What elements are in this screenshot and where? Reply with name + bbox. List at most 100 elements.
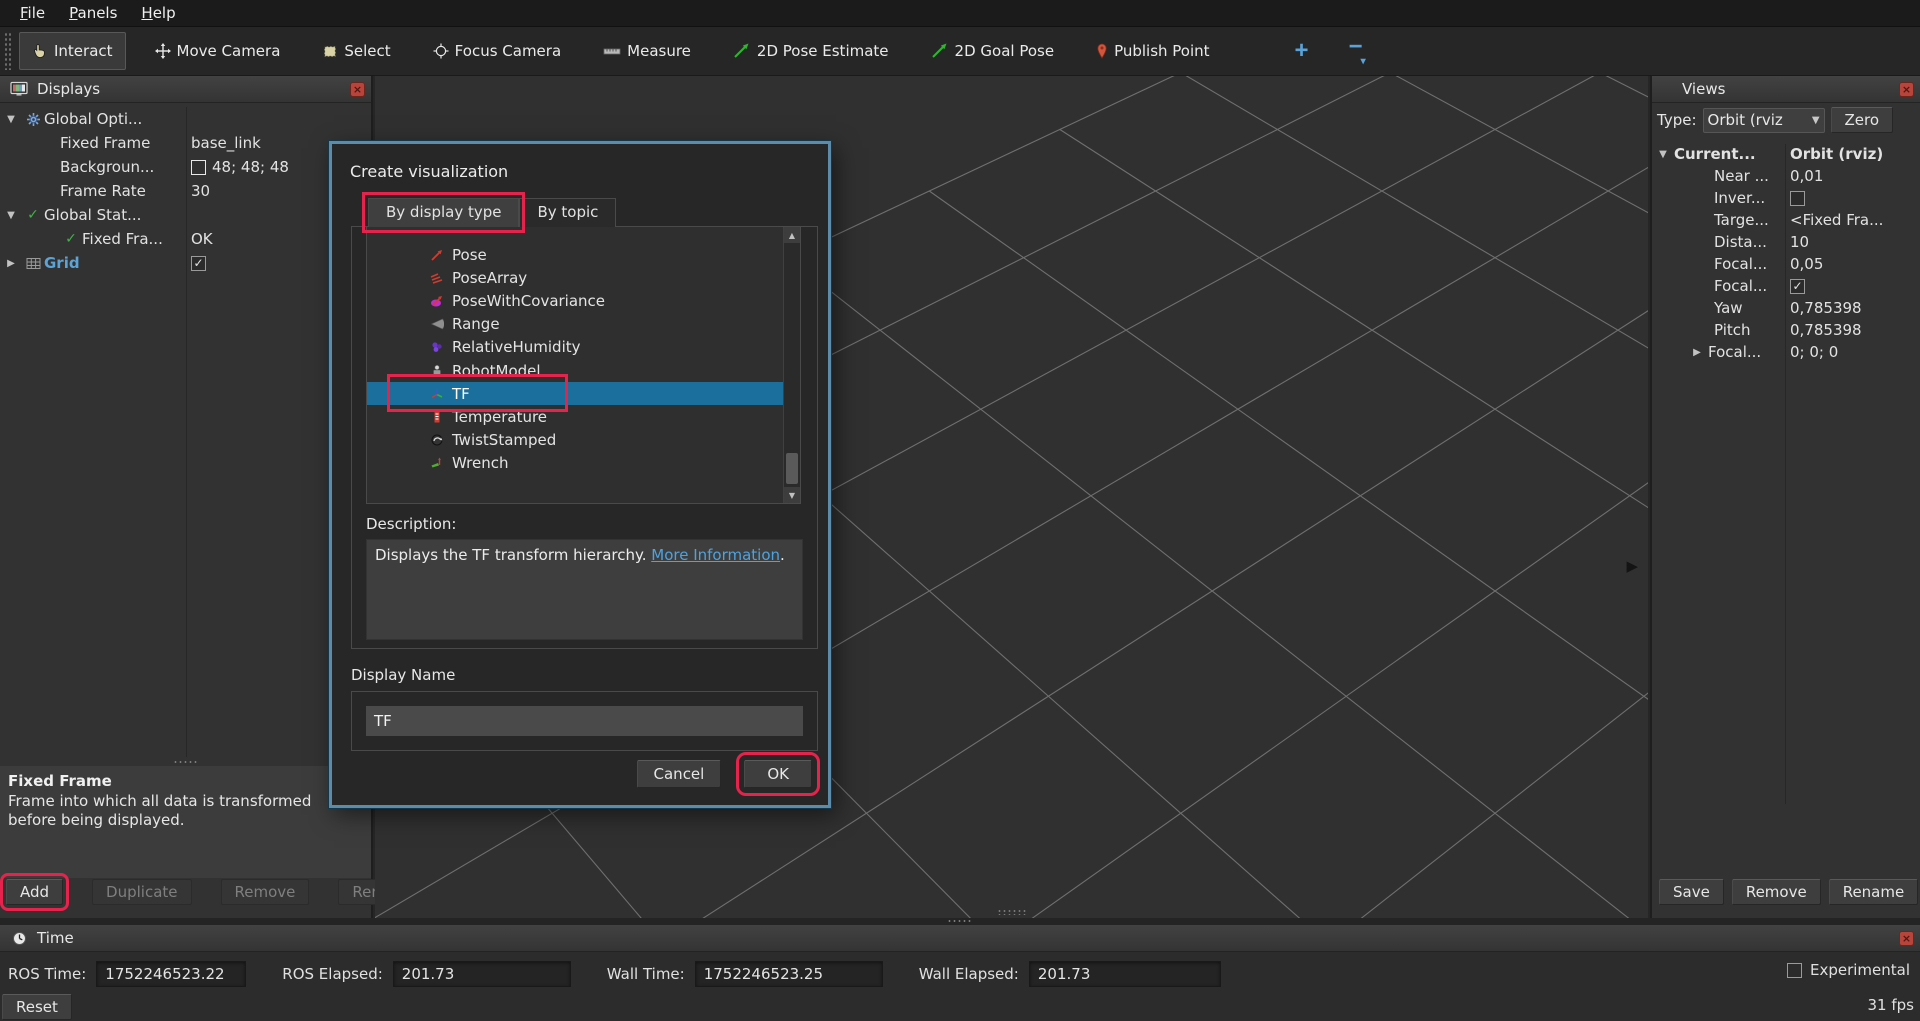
time-field-value[interactable]: 201.73 bbox=[393, 961, 571, 987]
panel-splitter[interactable] bbox=[0, 760, 371, 765]
close-icon[interactable]: × bbox=[350, 82, 365, 97]
toolbar-drag-handle[interactable] bbox=[4, 32, 11, 70]
display-type-range[interactable]: Range bbox=[367, 313, 783, 336]
scroll-up-icon[interactable]: ▲ bbox=[784, 227, 800, 243]
scroll-thumb[interactable] bbox=[786, 453, 798, 484]
property-label: Grid bbox=[44, 254, 80, 272]
time-field-value[interactable]: 201.73 bbox=[1029, 961, 1221, 987]
property-value[interactable]: 0; 0; 0 bbox=[1790, 343, 1838, 361]
close-icon[interactable]: × bbox=[1899, 82, 1914, 97]
property-value[interactable]: <Fixed Fra... bbox=[1790, 211, 1883, 229]
color-swatch[interactable] bbox=[191, 160, 206, 175]
experimental-checkbox[interactable] bbox=[1787, 963, 1802, 978]
tree-column-divider[interactable] bbox=[186, 107, 187, 757]
tree-label-cell: Near ... bbox=[1652, 167, 1785, 185]
tool-move-camera[interactable]: Move Camera bbox=[142, 32, 294, 70]
menu-panels[interactable]: Panels bbox=[59, 2, 127, 24]
time-field-value[interactable]: 1752246523.25 bbox=[695, 961, 883, 987]
display-type-wrench[interactable]: Wrench bbox=[367, 452, 783, 475]
more-information-link[interactable]: More Information bbox=[651, 546, 780, 564]
property-value[interactable]: 0,05 bbox=[1790, 255, 1823, 273]
expander-open-icon[interactable]: ▼ bbox=[0, 210, 22, 221]
time-panel-splitter[interactable] bbox=[0, 918, 1920, 925]
views-panel-header[interactable]: Views × bbox=[1652, 76, 1920, 103]
tree-label-cell: ▼Global Opti... bbox=[0, 110, 186, 128]
display-type-temperature[interactable]: Temperature bbox=[367, 405, 783, 428]
list-scrollbar[interactable]: ▲ ▼ bbox=[783, 227, 800, 503]
display-type-pose[interactable]: Pose bbox=[367, 243, 783, 266]
views-row-yaw[interactable]: Yaw0,785398 bbox=[1652, 297, 1920, 319]
views-row-focal[interactable]: Focal... ✓ bbox=[1652, 275, 1920, 297]
views-row-focal[interactable]: Focal...0,05 bbox=[1652, 253, 1920, 275]
views-row-inver[interactable]: Inver... bbox=[1652, 187, 1920, 209]
tree-value-cell: ✓ bbox=[1785, 279, 1920, 294]
tool-2d-goal-pose[interactable]: 2D Goal Pose bbox=[918, 32, 1068, 70]
remove-tool-button[interactable]: −▾ bbox=[1349, 35, 1368, 59]
property-value[interactable]: 0,785398 bbox=[1790, 321, 1862, 339]
save-view-button[interactable]: Save bbox=[1659, 879, 1724, 905]
time-field-value[interactable]: 1752246523.22 bbox=[96, 961, 246, 987]
property-value[interactable]: 48; 48; 48 bbox=[212, 158, 289, 176]
zero-button[interactable]: Zero bbox=[1831, 107, 1894, 133]
views-row-pitch[interactable]: Pitch0,785398 bbox=[1652, 319, 1920, 341]
cancel-button[interactable]: Cancel bbox=[637, 760, 722, 788]
displays-panel-header[interactable]: Displays × bbox=[0, 76, 371, 103]
tool-interact[interactable]: Interact bbox=[19, 32, 126, 70]
viewport-bottom-splitter[interactable] bbox=[997, 909, 1027, 915]
display-type-relativehumidity[interactable]: RelativeHumidity bbox=[367, 336, 783, 359]
tab-by-topic[interactable]: By topic bbox=[519, 198, 616, 227]
tool-publish-point[interactable]: Publish Point bbox=[1083, 32, 1222, 70]
close-icon[interactable]: × bbox=[1899, 931, 1914, 946]
display-type-robotmodel[interactable]: RobotModel bbox=[367, 359, 783, 382]
checkbox-unchecked[interactable] bbox=[1790, 191, 1805, 206]
tree-label-cell: ▼✓Global Stat... bbox=[0, 206, 186, 224]
scroll-down-icon[interactable]: ▼ bbox=[784, 487, 800, 503]
views-row-focal[interactable]: ▶Focal... 0; 0; 0 bbox=[1652, 341, 1920, 363]
ok-button[interactable]: OK bbox=[744, 760, 812, 788]
property-value[interactable]: 0,01 bbox=[1790, 167, 1823, 185]
add-display-button[interactable]: Add bbox=[6, 879, 63, 905]
display-type-posewithcovariance[interactable]: PoseWithCovariance bbox=[367, 289, 783, 312]
menu-help[interactable]: Help bbox=[131, 2, 185, 24]
checkbox-checked[interactable]: ✓ bbox=[1790, 279, 1805, 294]
reset-button[interactable]: Reset bbox=[2, 994, 72, 1020]
rename-view-button[interactable]: Rename bbox=[1829, 879, 1919, 905]
time-panel-header[interactable]: Time × bbox=[0, 925, 1920, 952]
tool-measure[interactable]: Measure bbox=[590, 32, 704, 70]
display-type-twiststamped[interactable]: TwistStamped bbox=[367, 429, 783, 452]
expander-open-icon[interactable]: ▼ bbox=[1652, 149, 1674, 160]
display-type-tf[interactable]: TF bbox=[367, 382, 783, 405]
collapse-right-panel-arrow[interactable]: ▶ bbox=[1626, 559, 1638, 574]
tree-column-divider[interactable] bbox=[1785, 144, 1786, 804]
duplicate-display-button[interactable]: Duplicate bbox=[92, 879, 191, 905]
display-name-input[interactable]: TF bbox=[366, 706, 803, 736]
help-title: Fixed Frame bbox=[8, 772, 363, 790]
display-type-posearray[interactable]: PoseArray bbox=[367, 266, 783, 289]
tab-by-display-type[interactable]: By display type bbox=[368, 198, 519, 227]
property-value[interactable]: 0,785398 bbox=[1790, 299, 1862, 317]
tool-focus-camera[interactable]: Focus Camera bbox=[420, 32, 574, 70]
add-tool-button[interactable]: + bbox=[1295, 39, 1309, 63]
tool-2d-pose-estimate[interactable]: 2D Pose Estimate bbox=[720, 32, 902, 70]
remove-view-button[interactable]: Remove bbox=[1732, 879, 1821, 905]
property-value[interactable]: base_link bbox=[191, 134, 261, 152]
tool-select[interactable]: Select bbox=[309, 32, 403, 70]
views-row-current[interactable]: ▼Current...Orbit (rviz) bbox=[1652, 143, 1920, 165]
remove-display-button[interactable]: Remove bbox=[221, 879, 310, 905]
property-value[interactable]: 10 bbox=[1790, 233, 1809, 251]
property-label: Focal... bbox=[1708, 343, 1761, 361]
expander-closed-icon[interactable]: ▶ bbox=[0, 258, 22, 269]
checkbox-checked[interactable]: ✓ bbox=[191, 256, 206, 271]
expander-open-icon[interactable]: ▼ bbox=[0, 114, 22, 125]
views-row-near[interactable]: Near ... 0,01 bbox=[1652, 165, 1920, 187]
property-value[interactable]: OK bbox=[191, 230, 213, 248]
tree-label-cell: Focal... bbox=[1652, 277, 1785, 295]
view-type-dropdown[interactable]: Orbit (rviz ▼ bbox=[1703, 108, 1825, 133]
menu-file[interactable]: File bbox=[10, 2, 55, 24]
views-row-dista[interactable]: Dista...10 bbox=[1652, 231, 1920, 253]
property-value[interactable]: Orbit (rviz) bbox=[1790, 145, 1883, 163]
close-x-glyph: × bbox=[353, 84, 362, 95]
expander-closed-icon[interactable]: ▶ bbox=[1686, 347, 1708, 358]
property-value[interactable]: 30 bbox=[191, 182, 210, 200]
views-row-targe[interactable]: Targe...<Fixed Fra... bbox=[1652, 209, 1920, 231]
